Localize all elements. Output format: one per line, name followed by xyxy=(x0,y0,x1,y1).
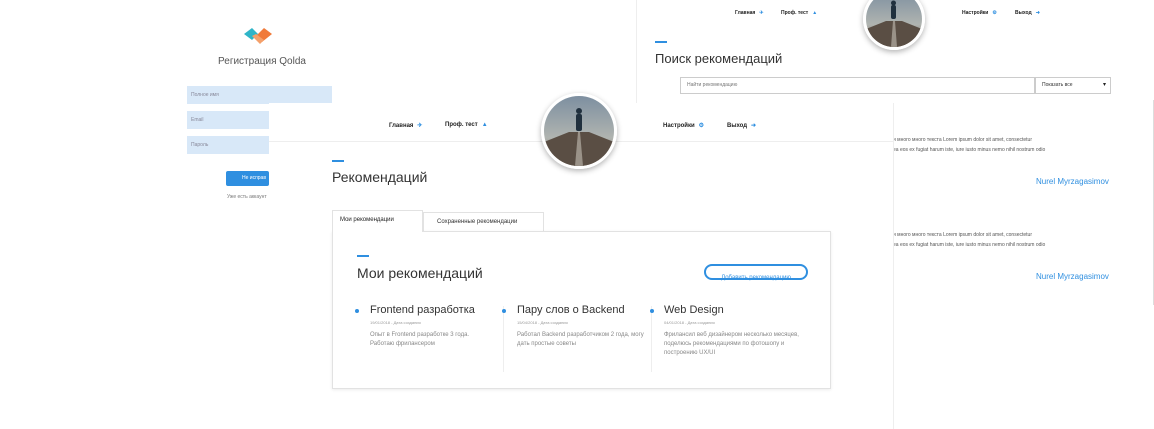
search-nav-logout[interactable]: Выход ➜ xyxy=(1015,10,1040,16)
card-bullet xyxy=(650,309,654,313)
email-placeholder: Email xyxy=(191,117,204,123)
search-nav-logout-label: Выход xyxy=(1015,10,1032,16)
tab-saved-recommendations-label: Сохраненные рекомендации xyxy=(437,219,518,225)
section-title: Мои рекомендаций xyxy=(357,265,483,281)
result-text-line: и много много текста Lorem ipsum dolor s… xyxy=(893,232,1032,238)
result-text-line: ea eos ex fugiat harum iste, iure iusto … xyxy=(893,147,1046,153)
filter-selected-value: Показать все xyxy=(1042,82,1073,88)
card-title: Frontend разработка xyxy=(370,304,475,316)
tab-my-recommendations[interactable]: Мои рекомендации xyxy=(332,210,423,232)
page-title-accent xyxy=(332,160,344,162)
registration-title: Регистрация Qolda xyxy=(218,56,306,67)
card-date: 04/01/2018 - Дата создания xyxy=(664,320,715,325)
logout-icon: ➜ xyxy=(751,123,757,129)
nav-logout-label: Выход xyxy=(727,123,748,129)
card-description: Опыт в Frontend разработке 3 года. Работ… xyxy=(370,332,470,347)
graduation-cap-icon: ▲ xyxy=(812,10,818,16)
nav-logout[interactable]: Выход ➜ xyxy=(727,122,756,129)
section-title-accent xyxy=(357,255,369,257)
recommendation-card[interactable]: Web Design 04/01/2018 - Дата создания Фр… xyxy=(649,304,809,376)
logo-handshake-icon xyxy=(242,26,274,50)
nav-prof-test-label: Проф. тест xyxy=(445,122,478,128)
logout-icon: ➜ xyxy=(1035,10,1040,16)
search-nav-test[interactable]: Проф. тест ▲ xyxy=(781,10,817,16)
home-icon: ✈ xyxy=(417,123,423,129)
filter-select[interactable]: Показать все ▾ xyxy=(1035,77,1111,94)
card-description: Фрилансил веб дизайнером несколько месяц… xyxy=(664,332,799,356)
main-window: Главная ✈ Проф. тест ▲ Настройки ⚙ Выход ➜ Р… xyxy=(269,93,894,429)
card-title: Web Design xyxy=(664,304,724,316)
add-recommendation-label: Добавить рекомендацию xyxy=(721,275,791,281)
nav-prof-test[interactable]: Проф. тест ▲ xyxy=(445,122,488,128)
nav-settings-label: Настройки xyxy=(663,123,695,129)
page-title: Рекомендаций xyxy=(332,169,428,185)
search-result-2[interactable]: и много много текста Lorem ipsum dolor s… xyxy=(893,232,1113,287)
gear-icon: ⚙ xyxy=(992,10,997,16)
chevron-down-icon: ▾ xyxy=(1102,82,1106,88)
search-nav-settings-label: Настройки xyxy=(962,10,989,16)
recommendations-panel: Мои рекомендаций Добавить рекомендацию F… xyxy=(332,231,831,389)
tab-my-recommendations-label: Мои рекомендации xyxy=(340,217,394,223)
add-recommendation-button[interactable]: Добавить рекомендацию xyxy=(704,264,808,281)
register-button-label: Не исправ xyxy=(242,175,266,181)
password-placeholder: Пароль xyxy=(191,142,209,148)
search-page-title: Поиск рекомендаций xyxy=(655,51,783,66)
nav-settings[interactable]: Настройки ⚙ xyxy=(663,122,704,129)
card-date: 19/01/2018 - Дата создания xyxy=(370,320,421,325)
result-text-line: ea eos ex fugiat harum iste, iure iusto … xyxy=(893,242,1046,248)
user-avatar[interactable] xyxy=(541,93,617,169)
home-icon: ✈ xyxy=(759,10,764,16)
tab-saved-recommendations[interactable]: Сохраненные рекомендации xyxy=(423,212,544,232)
fullname-placeholder: Полное имя xyxy=(191,92,219,98)
card-date: 15/04/2018 - Дата создания xyxy=(517,320,568,325)
gear-icon: ⚙ xyxy=(698,123,705,129)
recommendation-card[interactable]: Пару слов о Backend 15/04/2018 - Дата со… xyxy=(501,304,646,376)
card-title: Пару слов о Backend xyxy=(517,304,625,316)
search-title-accent xyxy=(655,41,667,43)
search-avatar[interactable] xyxy=(863,0,925,50)
password-input[interactable]: Пароль xyxy=(187,136,269,154)
nav-home-label: Главная xyxy=(389,123,414,129)
recommendation-search-input[interactable]: Найти рекомендацию xyxy=(680,77,1035,94)
search-nav-settings[interactable]: Настройки ⚙ xyxy=(962,10,997,16)
card-description: Работал Backend разработчиком 2 года, мо… xyxy=(517,332,644,347)
login-link-text[interactable]: Уже есть аккаунт xyxy=(227,194,272,200)
graduation-cap-icon: ▲ xyxy=(481,122,488,128)
search-placeholder: Найти рекомендацию xyxy=(687,82,738,88)
fullname-input[interactable]: Полное имя xyxy=(187,86,332,104)
nav-home[interactable]: Главная ✈ xyxy=(389,122,422,129)
card-bullet xyxy=(502,309,506,313)
search-nav-test-label: Проф. тест xyxy=(781,10,809,16)
result-author-link[interactable]: Nurel Myrzagasimov xyxy=(1036,272,1109,281)
recommendation-card[interactable]: Frontend разработка 19/01/2018 - Дата со… xyxy=(353,304,493,376)
email-input[interactable]: Email xyxy=(187,111,269,129)
register-button[interactable]: Не исправ xyxy=(226,171,269,186)
result-author-link[interactable]: Nurel Myrzagasimov xyxy=(1036,177,1109,186)
search-result-1[interactable]: и много много текста Lorem ipsum dolor s… xyxy=(893,137,1113,192)
search-nav-home[interactable]: Главная ✈ xyxy=(735,10,764,16)
result-text-line: и много много текста Lorem ipsum dolor s… xyxy=(893,137,1032,143)
search-nav-home-label: Главная xyxy=(735,10,756,16)
card-bullet xyxy=(355,309,359,313)
